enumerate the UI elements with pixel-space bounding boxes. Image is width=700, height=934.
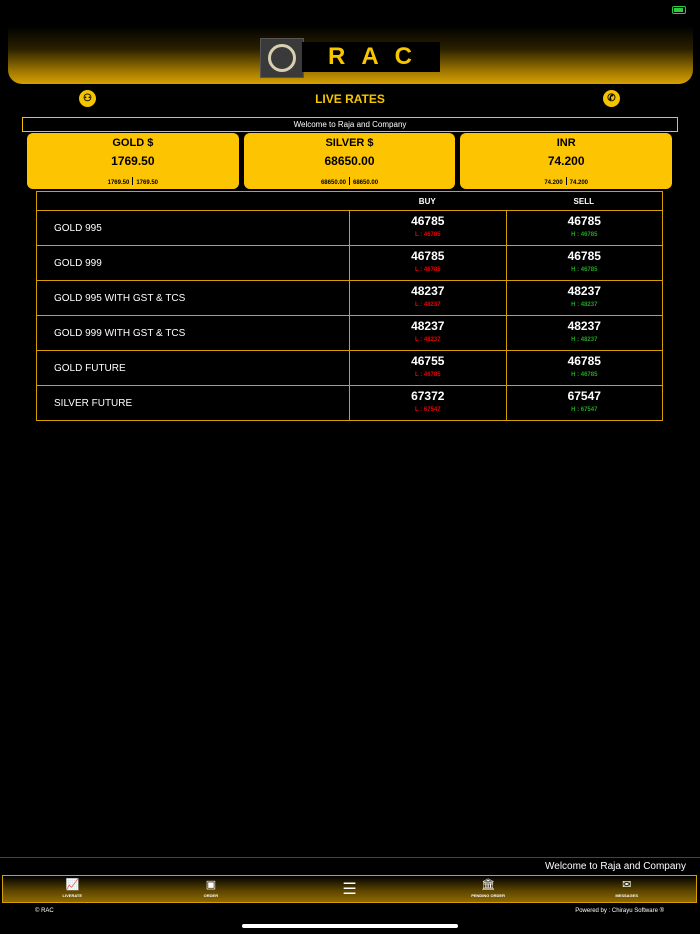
buy-price: 67372 xyxy=(411,389,445,403)
high-price: H : 48237 xyxy=(571,302,598,308)
sell-price: 46785 xyxy=(567,214,601,228)
product-name: GOLD 995 WITH GST & TCS xyxy=(54,292,186,304)
nav-label: ORDER xyxy=(203,893,219,898)
table-row[interactable]: GOLD 999 46785 L : 46785 46785 H : 46785 xyxy=(36,246,663,281)
hamburger-menu-icon: ☰ xyxy=(342,880,357,898)
bottom-nav: 📈 LIVERATE ▣ ORDER ☰ 🏛 PENDING ORDER ✉ M… xyxy=(2,875,697,903)
nav-label: MESSAGES xyxy=(615,893,638,898)
table-row[interactable]: GOLD FUTURE 46755 L : 46785 46785 H : 4678… xyxy=(36,351,663,386)
product-name: GOLD FUTURE xyxy=(54,362,126,374)
table-row[interactable]: GOLD 999 WITH GST & TCS 48237 L : 48237 4… xyxy=(36,316,663,351)
nav-messages[interactable]: ✉ MESSAGES xyxy=(557,876,696,902)
chart-line-icon: 📈 xyxy=(65,879,80,891)
card-silver: SILVER $ 68650.00 68650.00 68650.00 xyxy=(243,133,456,189)
nav-menu[interactable]: ☰ xyxy=(280,876,419,902)
sell-price: 48237 xyxy=(567,284,601,298)
product-name: GOLD 999 WITH GST & TCS xyxy=(54,327,186,339)
low-price: L : 48237 xyxy=(414,302,441,308)
logo-emblem-icon xyxy=(260,38,304,78)
nav-order[interactable]: ▣ ORDER xyxy=(142,876,281,902)
buy-price: 46785 xyxy=(411,214,445,228)
table-header: BUY SELL xyxy=(36,191,663,211)
table-row[interactable]: GOLD 995 46785 L : 46785 46785 H : 46785 xyxy=(36,211,663,246)
ticker-divider xyxy=(0,857,700,858)
card-name: INR xyxy=(556,137,576,149)
card-name: GOLD $ xyxy=(112,137,154,149)
product-name: GOLD 995 xyxy=(54,222,102,234)
sell-price: 46785 xyxy=(567,354,601,368)
logo-text: RAC xyxy=(328,43,428,70)
table-row[interactable]: GOLD 995 WITH GST & TCS 48237 L : 48237 4… xyxy=(36,281,663,316)
whatsapp-icon[interactable]: ✆ xyxy=(603,90,620,107)
card-range: 68650.00 68650.00 xyxy=(244,177,456,186)
buy-header: BUY xyxy=(418,197,436,206)
card-name: SILVER $ xyxy=(325,137,374,149)
low-price: L : 48237 xyxy=(414,337,441,343)
nav-label: LIVERATE xyxy=(62,893,83,898)
sell-price: 48237 xyxy=(567,319,601,333)
logo: RAC xyxy=(302,42,440,72)
buy-price: 46785 xyxy=(411,249,445,263)
high-price: H : 46785 xyxy=(571,267,598,273)
rates-table: BUY SELL GOLD 995 46785 L : 46785 46785 H … xyxy=(36,191,663,421)
card-inr: INR 74.200 74.200 74.200 xyxy=(460,133,673,189)
buy-price: 48237 xyxy=(411,319,445,333)
sell-price: 46785 xyxy=(567,249,601,263)
buy-price: 48237 xyxy=(411,284,445,298)
high-price: H : 48237 xyxy=(571,337,598,343)
card-range: 74.200 74.200 xyxy=(460,177,672,186)
battery-icon xyxy=(672,6,686,14)
sell-header: SELL xyxy=(573,197,594,206)
high-price: H : 67547 xyxy=(571,407,598,413)
table-row[interactable]: SILVER FUTURE 67372 L : 67547 67547 H : 67… xyxy=(36,386,663,421)
low-price: L : 46785 xyxy=(414,372,441,378)
powered-by: Powered by : Chirayu Software ® xyxy=(575,908,664,914)
rate-cards: GOLD $ 1769.50 1769.50 1769.50 SILVER $ 6… xyxy=(27,133,673,189)
card-price: 74.200 xyxy=(547,154,585,168)
welcome-banner: Welcome to Raja and Company xyxy=(22,117,678,132)
ticker-text: Welcome to Raja and Company xyxy=(545,861,686,872)
page-title: LIVE RATES xyxy=(315,92,385,106)
nav-liverate[interactable]: 📈 LIVERATE xyxy=(3,876,142,902)
buy-price: 46755 xyxy=(411,354,445,368)
sell-price: 67547 xyxy=(567,389,601,403)
low-price: L : 46785 xyxy=(414,232,441,238)
nav-label: PENDING ORDER xyxy=(471,893,505,898)
low-price: L : 46785 xyxy=(414,267,441,273)
order-icon: ▣ xyxy=(205,879,217,891)
card-price: 68650.00 xyxy=(324,154,375,168)
product-name: SILVER FUTURE xyxy=(54,397,133,409)
envelope-icon: ✉ xyxy=(622,879,632,891)
card-gold: GOLD $ 1769.50 1769.50 1769.50 xyxy=(27,133,239,189)
card-range: 1769.50 1769.50 xyxy=(27,177,239,186)
high-price: H : 46785 xyxy=(571,372,598,378)
home-indicator[interactable] xyxy=(242,924,458,928)
nav-pending-order[interactable]: 🏛 PENDING ORDER xyxy=(419,876,558,902)
high-price: H : 46785 xyxy=(571,232,598,238)
pending-order-icon: 🏛 xyxy=(481,879,496,891)
low-price: L : 67547 xyxy=(414,407,441,413)
copyright: © RAC xyxy=(35,908,54,914)
product-name: GOLD 999 xyxy=(54,257,102,269)
card-price: 1769.50 xyxy=(111,154,155,168)
